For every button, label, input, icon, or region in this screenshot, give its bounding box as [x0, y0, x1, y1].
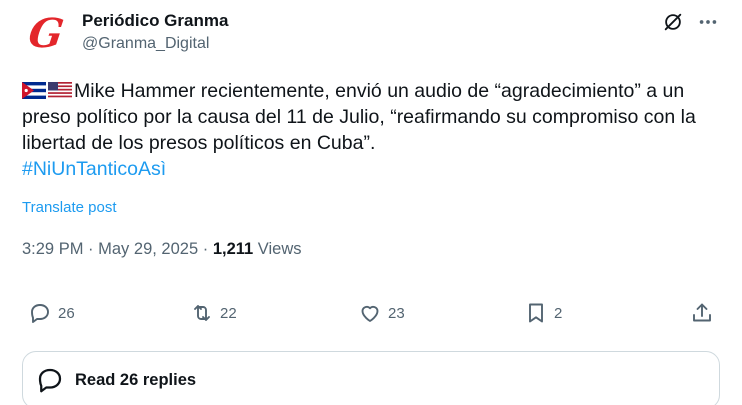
post-text: Mike Hammer recientemente, envió un audi…	[22, 78, 722, 182]
heart-icon	[361, 305, 379, 322]
hashtag-link[interactable]: #NiUnTanticoAsì	[22, 158, 166, 180]
reply-button[interactable]: 26	[28, 296, 75, 330]
post-body-text: Mike Hammer recientemente, envió un audi…	[22, 80, 696, 154]
cuba-flag-icon	[22, 82, 46, 99]
author-handle[interactable]: @Granma_Digital	[82, 35, 209, 53]
meta-separator: ·	[88, 240, 94, 258]
reply-icon	[38, 368, 62, 393]
repost-count: 22	[220, 304, 237, 322]
bookmark-button[interactable]: 2	[524, 296, 562, 330]
share-button[interactable]	[690, 296, 714, 330]
usa-flag-icon	[48, 82, 72, 99]
grok-icon[interactable]	[662, 11, 684, 33]
action-bar: 26 22 23 2	[22, 296, 722, 330]
translate-post-link[interactable]: Translate post	[22, 199, 117, 216]
share-icon	[693, 303, 711, 322]
post-time[interactable]: 3:29 PM	[22, 240, 83, 258]
avatar-logo: G	[25, 10, 67, 57]
like-button[interactable]: 23	[358, 296, 405, 330]
reply-count: 26	[58, 304, 75, 322]
bookmark-icon	[529, 303, 543, 323]
like-count: 23	[388, 304, 405, 322]
author-name[interactable]: Periódico Granma	[82, 11, 228, 31]
meta-separator: ·	[202, 240, 209, 258]
repost-button[interactable]: 22	[190, 296, 237, 330]
repost-icon	[194, 305, 210, 321]
more-options-icon[interactable]	[697, 11, 719, 33]
read-replies-button[interactable]: Read 26 replies	[22, 351, 720, 405]
reply-icon	[31, 304, 49, 323]
read-replies-label: Read 26 replies	[75, 370, 197, 389]
avatar[interactable]: G	[22, 10, 70, 58]
views-label: Views	[257, 240, 302, 258]
post-date[interactable]: May 29, 2025	[98, 240, 198, 258]
views-count: 1,211	[212, 240, 254, 258]
post-meta: 3:29 PM · May 29, 2025 · 1,211 Views	[22, 240, 302, 259]
bookmark-count: 2	[554, 304, 563, 322]
